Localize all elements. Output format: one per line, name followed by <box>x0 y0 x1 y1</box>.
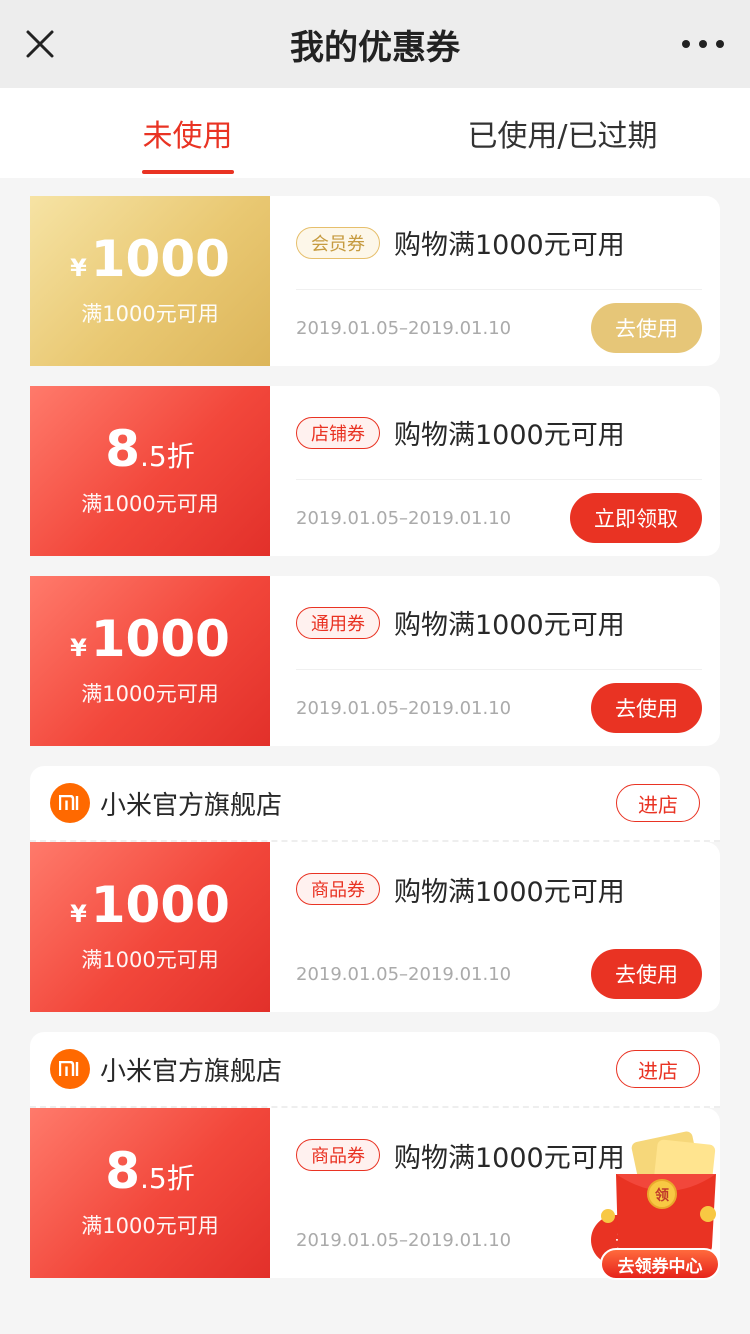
coupon-condition: 满1000元可用 <box>81 492 219 516</box>
more-dot-icon <box>699 40 707 48</box>
coupon-title: 购物满1000元可用 <box>394 1142 625 1174</box>
coupon-value-panel: ¥1000 满1000元可用 <box>30 842 270 1012</box>
use-coupon-button[interactable]: 去使用 <box>591 683 702 733</box>
currency-symbol: ¥ <box>70 634 87 662</box>
coupon-info: 通用券 购物满1000元可用 2019.01.05–2019.01.10 去使用 <box>270 576 720 746</box>
store-header: 小米官方旗舰店 进店 <box>30 1032 720 1108</box>
coupon-type-badge: 商品券 <box>296 1139 380 1171</box>
more-menu-button[interactable] <box>682 40 724 48</box>
store-header: 小米官方旗舰店 进店 <box>30 766 720 842</box>
coupon-condition: 满1000元可用 <box>81 1214 219 1238</box>
coupon-title: 购物满1000元可用 <box>394 610 625 641</box>
mi-mark-icon <box>59 1061 79 1076</box>
more-dot-icon <box>682 40 690 48</box>
use-coupon-button[interactable]: 去使用 <box>591 303 702 353</box>
coupon-amount-value: 1000 <box>90 876 230 934</box>
coupon-title: 购物满1000元可用 <box>394 420 625 451</box>
coupon-card: ¥1000 满1000元可用 商品券 购物满1000元可用 2019.01.05… <box>30 842 720 1012</box>
coupon-condition: 满1000元可用 <box>81 302 219 326</box>
coupon-badge-char: 领 <box>655 1188 669 1204</box>
coupon-amount: ¥1000 <box>70 614 230 664</box>
tab-used-expired[interactable]: 已使用/已过期 <box>375 88 750 178</box>
coupon-tabs: 未使用 已使用/已过期 <box>0 88 750 178</box>
more-dot-icon <box>716 40 724 48</box>
close-button[interactable] <box>22 22 58 66</box>
coupon-type-badge: 通用券 <box>296 606 380 639</box>
coupon-card: ¥1000 满1000元可用 通用券 购物满1000元可用 2019.01.05… <box>30 576 720 746</box>
coupon-amount: 8.5折 <box>105 424 195 474</box>
coupon-date: 2019.01.05–2019.01.10 <box>296 507 512 529</box>
store-name: 小米官方旗舰店 <box>100 1056 283 1087</box>
coupon-amount-value: 8 <box>105 1142 141 1200</box>
close-icon <box>26 30 54 58</box>
enter-store-button[interactable]: 进店 <box>616 784 700 822</box>
store-name: 小米官方旗舰店 <box>100 790 283 821</box>
coupon-condition: 满1000元可用 <box>81 682 219 706</box>
coupon-center-label: 去领券中心 <box>600 1248 720 1280</box>
coupon-amount-value: 1000 <box>90 230 230 288</box>
use-coupon-button[interactable]: 去使用 <box>591 949 702 999</box>
coupon-date: 2019.01.05–2019.01.10 <box>296 963 512 985</box>
coupon-card: ¥1000 满1000元可用 会员券 购物满1000元可用 2019.01.05… <box>30 196 720 366</box>
coupon-value-panel: ¥1000 满1000元可用 <box>30 196 270 366</box>
coupon-amount: ¥1000 <box>70 880 230 930</box>
tab-unused[interactable]: 未使用 <box>0 88 375 178</box>
coupon-discount-suffix: .5折 <box>140 1162 195 1195</box>
mi-logo-icon <box>50 783 90 823</box>
coupon-card: 8.5折 满1000元可用 店铺券 购物满1000元可用 2019.01.05–… <box>30 386 720 556</box>
coupon-info: 店铺券 购物满1000元可用 2019.01.05–2019.01.10 立即领… <box>270 386 720 556</box>
coupon-info: 会员券 购物满1000元可用 2019.01.05–2019.01.10 去使用 <box>270 196 720 366</box>
coupon-date: 2019.01.05–2019.01.10 <box>296 697 512 719</box>
coupon-type-badge: 店铺券 <box>296 416 380 449</box>
coupon-condition: 满1000元可用 <box>81 948 219 972</box>
coupon-center-float-button[interactable]: 领 去领券中心 <box>596 1128 746 1284</box>
coupon-amount: ¥1000 <box>70 234 230 284</box>
coupon-amount-value: 1000 <box>90 610 230 668</box>
enter-store-button[interactable]: 进店 <box>616 1050 700 1088</box>
coupon-value-panel: 8.5折 满1000元可用 <box>30 386 270 556</box>
claim-coupon-button[interactable]: 立即领取 <box>570 493 702 543</box>
coupon-date: 2019.01.05–2019.01.10 <box>296 1229 512 1251</box>
coupon-value-panel: ¥1000 满1000元可用 <box>30 576 270 746</box>
coupon-info: 商品券 购物满1000元可用 2019.01.05–2019.01.10 去使用 <box>270 842 720 1012</box>
coupon-title: 购物满1000元可用 <box>394 230 625 261</box>
coupon-date: 2019.01.05–2019.01.10 <box>296 317 512 339</box>
page-title: 我的优惠券 <box>290 27 460 68</box>
coupon-type-badge: 商品券 <box>296 873 380 905</box>
currency-symbol: ¥ <box>70 254 87 282</box>
coupon-value-panel: 8.5折 满1000元可用 <box>30 1108 270 1278</box>
currency-symbol: ¥ <box>70 900 87 928</box>
mi-mark-icon <box>59 795 79 810</box>
coupon-type-badge: 会员券 <box>296 226 380 259</box>
mi-logo-icon <box>50 1049 90 1089</box>
nav-bar: 我的优惠券 <box>0 0 750 88</box>
coupon-amount-value: 8 <box>105 420 141 478</box>
coupon-amount: 8.5折 <box>105 1146 195 1196</box>
coupon-title: 购物满1000元可用 <box>394 876 625 908</box>
coupon-discount-suffix: .5折 <box>140 440 195 473</box>
